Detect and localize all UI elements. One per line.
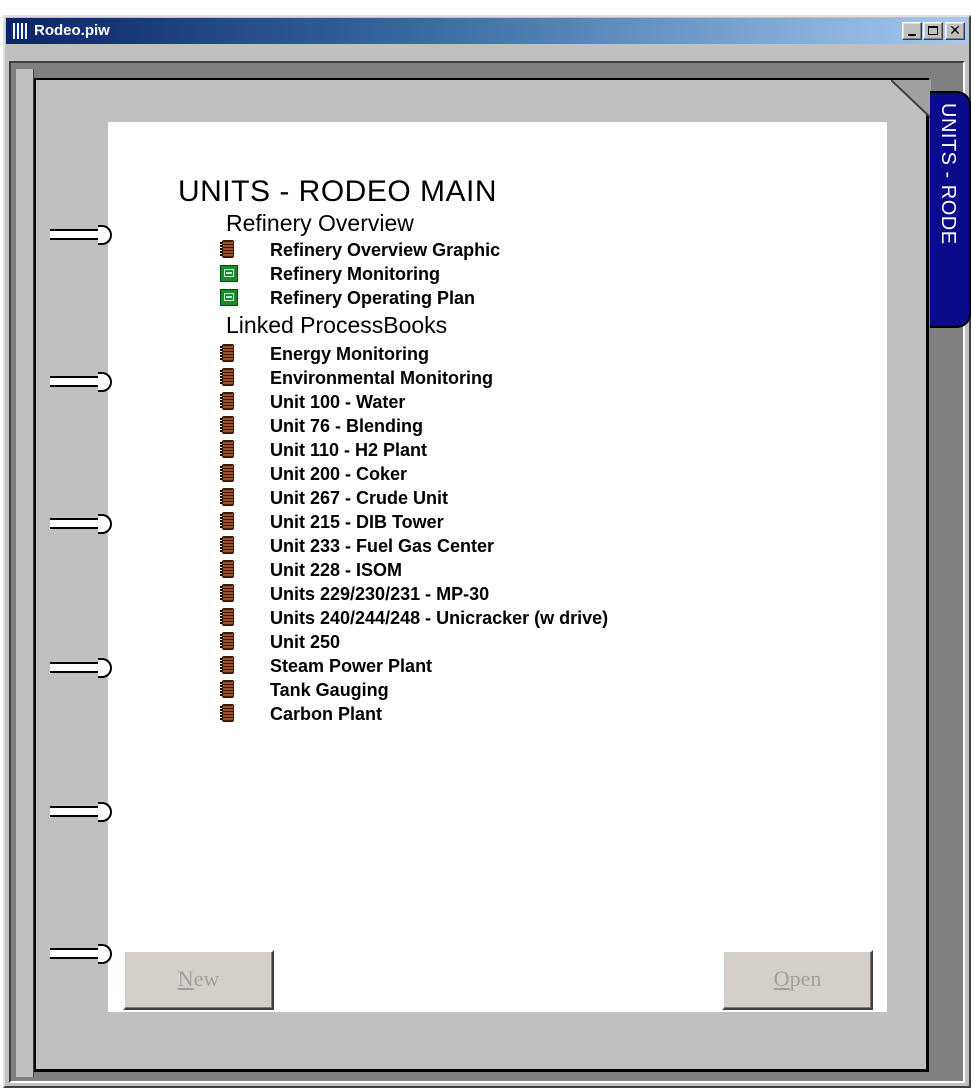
entry-label: Tank Gauging xyxy=(270,680,389,700)
entry-label: Unit 100 - Water xyxy=(270,392,406,412)
book-icon xyxy=(220,536,234,554)
book-icon xyxy=(220,560,234,578)
new-button-label: ew xyxy=(193,966,220,991)
book-icon xyxy=(220,680,234,698)
window-title: Rodeo.piw xyxy=(34,22,110,39)
book-icon xyxy=(220,584,234,602)
new-button[interactable]: New xyxy=(123,950,274,1010)
book-icon xyxy=(220,344,234,362)
maximize-icon xyxy=(928,26,938,35)
minimize-icon xyxy=(908,34,916,36)
open-button[interactable]: Open xyxy=(722,950,873,1010)
entry-label: Refinery Overview Graphic xyxy=(270,240,501,260)
book-icon xyxy=(220,464,234,482)
notebook-page: UNITS - RODEO MAIN Refinery Overview Ref… xyxy=(108,122,887,1012)
book-icon xyxy=(220,704,234,722)
entry-label: Energy Monitoring xyxy=(270,344,429,364)
entry-label: Unit 200 - Coker xyxy=(270,464,408,484)
tab-label: UNITS - RODE xyxy=(937,103,959,245)
entry-label: Refinery Monitoring xyxy=(270,264,440,284)
book-icon xyxy=(220,416,234,434)
entry-label: Unit 215 - DIB Tower xyxy=(270,512,444,532)
page-heading: UNITS - RODEO MAIN xyxy=(178,175,498,208)
entry-label: Steam Power Plant xyxy=(270,656,433,676)
binder-ring xyxy=(50,512,120,534)
tab-units-rodeo[interactable]: UNITS - RODE xyxy=(930,91,971,328)
book-icon xyxy=(220,608,234,626)
display-icon xyxy=(220,265,238,282)
book-icon xyxy=(220,440,234,458)
entry-label: Unit 110 - H2 Plant xyxy=(270,440,428,460)
book-icon xyxy=(220,240,234,258)
book-icon xyxy=(220,512,234,530)
binder-ring xyxy=(50,223,120,245)
entry-label: Unit 267 - Crude Unit xyxy=(270,488,449,508)
maximize-button[interactable] xyxy=(923,22,943,40)
processbook-app-icon[interactable] xyxy=(10,22,28,40)
close-icon: ✕ xyxy=(949,23,961,39)
entry-label: Unit 76 - Blending xyxy=(270,416,423,436)
binder-ring xyxy=(50,370,120,392)
entry-label: Carbon Plant xyxy=(270,704,383,724)
close-button[interactable]: ✕ xyxy=(945,22,965,40)
entry-label: Unit 233 - Fuel Gas Center xyxy=(270,536,495,556)
entry-label: Units 240/244/248 - Unicracker (w drive) xyxy=(270,608,609,628)
notebook-frame: UNITS - RODEO MAIN Refinery Overview Ref… xyxy=(34,78,931,1072)
page-corner-fold[interactable] xyxy=(891,80,931,118)
entry-label: Unit 250 xyxy=(270,632,341,652)
minimize-button[interactable] xyxy=(902,22,922,40)
book-icon xyxy=(220,392,234,410)
book-icon xyxy=(220,656,234,674)
entry-label: Refinery Operating Plan xyxy=(270,288,476,308)
book-icon xyxy=(220,632,234,650)
new-button-mnemonic: N xyxy=(177,966,194,991)
section-title-refinery-overview: Refinery Overview xyxy=(226,210,414,236)
book-icon xyxy=(220,488,234,506)
entry-label: Unit 228 - ISOM xyxy=(270,560,403,580)
entry-label: Units 229/230/231 - MP-30 xyxy=(270,584,490,604)
book-icon xyxy=(220,368,234,386)
processbook-window: Rodeo.piw ✕ UNITS - RODEO MAIN Refinery … xyxy=(3,15,971,1088)
binder-ring xyxy=(50,800,120,822)
notebook-spine xyxy=(16,69,34,1077)
open-button-label: pen xyxy=(789,966,822,991)
entry-label: Environmental Monitoring xyxy=(270,368,493,388)
binder-ring xyxy=(50,656,120,678)
open-button-mnemonic: O xyxy=(773,966,790,991)
binder-ring xyxy=(50,942,120,964)
section-title-linked-processbooks: Linked ProcessBooks xyxy=(226,312,448,338)
workbook-client-area: UNITS - RODEO MAIN Refinery Overview Ref… xyxy=(9,61,971,1083)
display-icon xyxy=(220,289,238,306)
title-bar[interactable]: Rodeo.piw ✕ xyxy=(6,18,968,44)
